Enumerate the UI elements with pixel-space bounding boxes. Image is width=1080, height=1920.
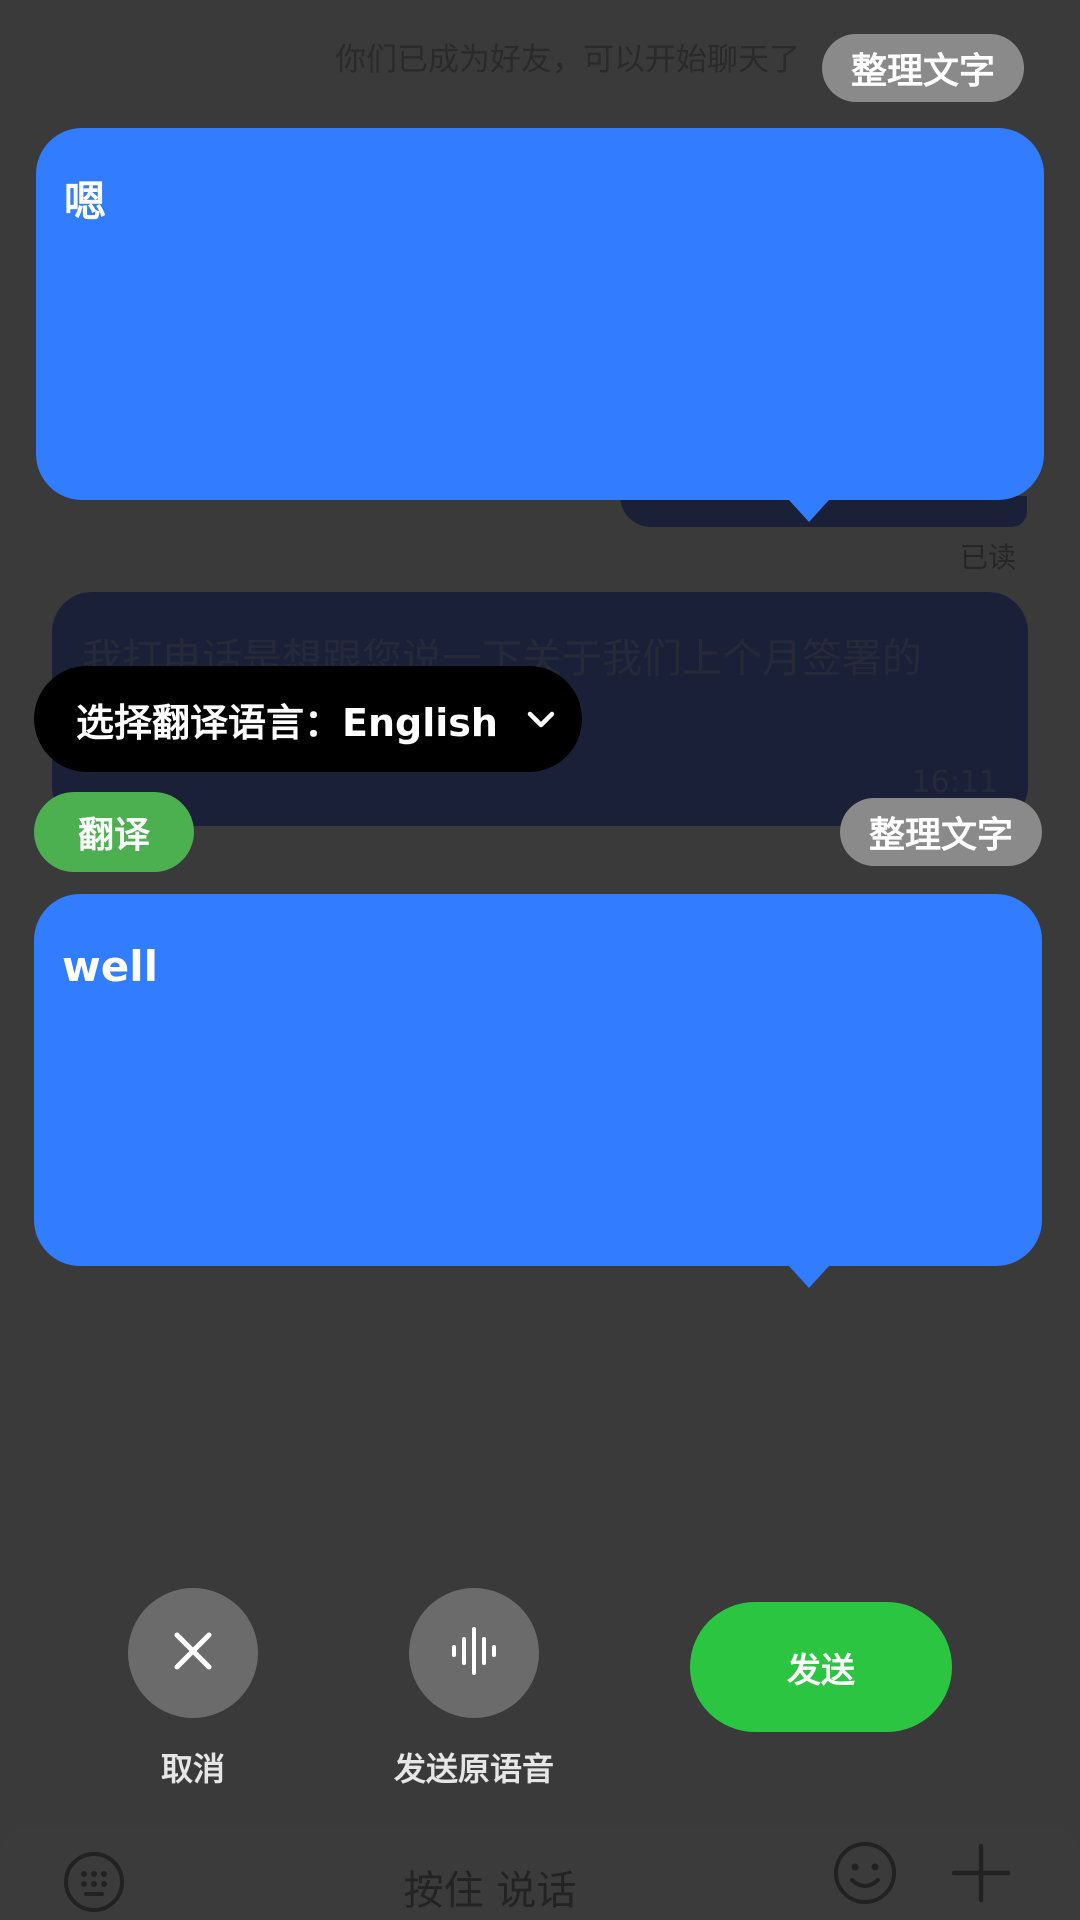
translate-language-label: 选择翻译语言：English <box>76 700 498 745</box>
send-button[interactable]: 发送 <box>690 1602 952 1732</box>
system-message: 你们已成为好友，可以开始聊天了 <box>335 42 800 78</box>
bubble-tail <box>789 500 829 522</box>
translate-language-selector[interactable]: 选择翻译语言：English <box>34 666 582 772</box>
translate-button[interactable]: 翻译 <box>34 792 194 872</box>
cancel-button[interactable] <box>128 1588 258 1718</box>
bubble-tail-2 <box>789 1266 829 1288</box>
chevron-down-icon <box>524 702 558 736</box>
organize-text-button[interactable]: 整理文字 <box>822 34 1024 102</box>
organize-text-button-2[interactable]: 整理文字 <box>840 798 1042 866</box>
recognized-text: 嗯 <box>64 177 107 226</box>
keyboard-icon[interactable] <box>62 1850 126 1918</box>
send-original-voice-button[interactable] <box>409 1588 539 1718</box>
recognized-text-bubble[interactable]: 嗯 <box>36 128 1044 500</box>
hold-to-talk-button[interactable]: 按住 说话 <box>340 1858 640 1916</box>
cancel-label: 取消 <box>160 1750 225 1788</box>
translated-text: well <box>62 942 159 991</box>
close-icon <box>171 1629 215 1677</box>
translated-text-bubble[interactable]: well <box>34 894 1042 1266</box>
emoji-icon[interactable] <box>832 1840 898 1910</box>
send-original-voice-label: 发送原语音 <box>393 1750 554 1788</box>
plus-icon[interactable] <box>950 1842 1012 1908</box>
read-status: 已读 <box>959 541 1016 574</box>
message-time: 16:11 <box>911 765 998 800</box>
waveform-icon <box>448 1625 500 1681</box>
